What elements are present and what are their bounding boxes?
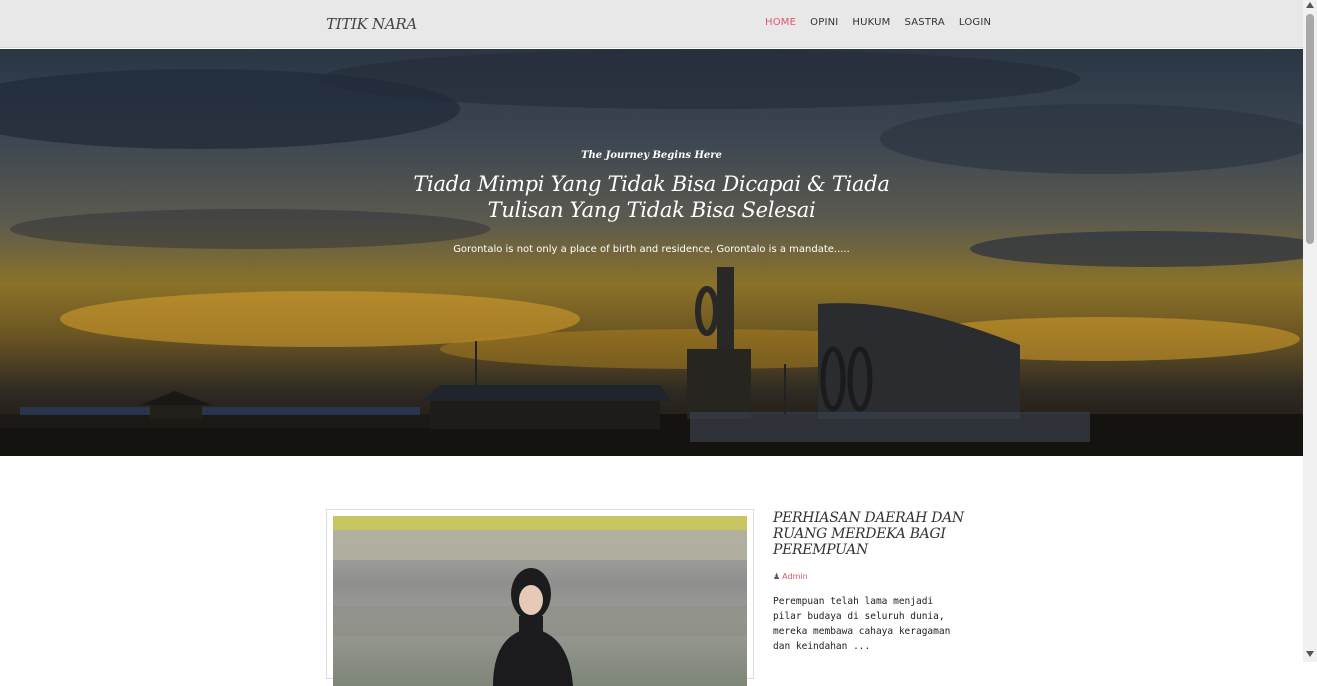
scroll-up-arrow-icon[interactable]: [1306, 2, 1314, 8]
post-author[interactable]: Admin: [782, 572, 808, 581]
scroll-down-arrow-icon[interactable]: [1306, 651, 1314, 657]
nav-item-login[interactable]: LOGIN: [959, 17, 991, 28]
nav-item-sastra[interactable]: SASTRA: [905, 17, 945, 28]
post-thumbnail[interactable]: [333, 516, 747, 686]
hero-banner: The Journey Begins Here Tiada Mimpi Yang…: [0, 49, 1303, 456]
page-scrollbar[interactable]: [1303, 0, 1317, 662]
post-meta: ♟ Admin: [773, 572, 808, 581]
scrollbar-thumb[interactable]: [1306, 14, 1314, 244]
nav-item-home[interactable]: HOME: [765, 17, 796, 28]
nav-item-hukum[interactable]: HUKUM: [852, 17, 890, 28]
user-icon: ♟: [773, 572, 781, 581]
post-excerpt: Perempuan telah lama menjadi pilar buday…: [773, 596, 951, 652]
hero-content: The Journey Begins Here Tiada Mimpi Yang…: [0, 49, 1303, 456]
main-nav: HOME OPINI HUKUM SASTRA LOGIN: [765, 17, 1005, 28]
post-title[interactable]: PERHIASAN DAERAH DAN RUANG MERDEKA BAGI …: [773, 510, 973, 558]
hero-eyebrow: The Journey Begins Here: [581, 150, 722, 161]
nav-item-opini[interactable]: OPINI: [810, 17, 838, 28]
hero-title: Tiada Mimpi Yang Tidak Bisa Dicapai & Ti…: [413, 172, 890, 222]
brand-logo[interactable]: TITIK NARA: [326, 15, 417, 33]
post-thumbnail-image: [333, 516, 747, 686]
post-thumbnail-frame[interactable]: [326, 509, 754, 686]
navbar: TITIK NARA HOME OPINI HUKUM SASTRA LOGIN: [0, 0, 1303, 48]
hero-subtitle: Gorontalo is not only a place of birth a…: [453, 244, 850, 255]
